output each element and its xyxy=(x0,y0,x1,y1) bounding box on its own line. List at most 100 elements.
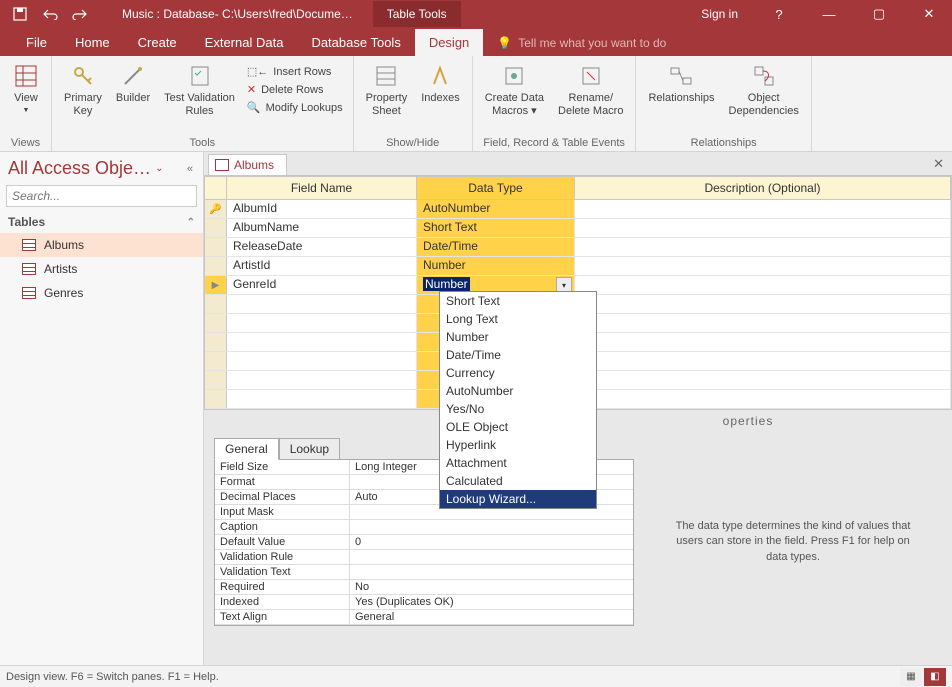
tab-external-data[interactable]: External Data xyxy=(191,29,298,56)
table-row[interactable]: AlbumNameShort Text xyxy=(205,219,951,238)
help-icon[interactable]: ? xyxy=(756,0,802,28)
property-row[interactable]: Default Value0 xyxy=(215,535,633,550)
description-cell[interactable] xyxy=(575,238,951,256)
relationships-button[interactable]: Relationships xyxy=(644,60,718,107)
property-row[interactable]: IndexedYes (Duplicates OK) xyxy=(215,595,633,610)
table-row[interactable]: 🔑AlbumIdAutoNumber xyxy=(205,200,951,219)
property-value[interactable]: Yes (Duplicates OK) xyxy=(350,595,633,609)
nav-header[interactable]: All Access Obje… xyxy=(8,158,151,179)
data-type-dropdown[interactable]: Short TextLong TextNumberDate/TimeCurren… xyxy=(439,291,597,509)
tab-file[interactable]: File xyxy=(12,29,61,56)
field-name-cell[interactable]: AlbumId xyxy=(227,200,417,218)
undo-icon[interactable] xyxy=(38,2,62,26)
delete-rows-button[interactable]: ✕Delete Rows xyxy=(245,82,345,97)
field-name-cell[interactable]: AlbumName xyxy=(227,219,417,237)
field-name-cell[interactable] xyxy=(227,333,417,351)
property-row[interactable]: Caption xyxy=(215,520,633,535)
tab-home[interactable]: Home xyxy=(61,29,124,56)
dropdown-option[interactable]: Attachment xyxy=(440,454,596,472)
create-data-macros-button[interactable]: Create Data Macros ▾ xyxy=(481,60,548,120)
property-value[interactable] xyxy=(350,565,633,579)
field-name-cell[interactable] xyxy=(227,295,417,313)
view-button[interactable]: View▼ xyxy=(8,60,44,118)
dropdown-option[interactable]: Long Text xyxy=(440,310,596,328)
dropdown-option[interactable]: Hyperlink xyxy=(440,436,596,454)
redo-icon[interactable] xyxy=(68,2,92,26)
property-row[interactable]: Text AlignGeneral xyxy=(215,610,633,625)
close-button[interactable]: ✕ xyxy=(906,0,952,28)
tell-me-search[interactable]: 💡 Tell me what you want to do xyxy=(483,30,680,56)
save-icon[interactable] xyxy=(8,2,32,26)
dropdown-option[interactable]: Yes/No xyxy=(440,400,596,418)
document-tab-albums[interactable]: Albums xyxy=(208,154,287,175)
rename-delete-macro-button[interactable]: Rename/ Delete Macro xyxy=(554,60,627,120)
dropdown-option[interactable]: Lookup Wizard... xyxy=(440,490,596,508)
field-name-cell[interactable] xyxy=(227,390,417,408)
description-cell[interactable] xyxy=(575,276,951,294)
nav-table-albums[interactable]: Albums xyxy=(0,233,203,257)
property-value[interactable]: General xyxy=(350,610,633,624)
property-row[interactable]: Validation Rule xyxy=(215,550,633,565)
table-row[interactable]: ArtistIdNumber xyxy=(205,257,951,276)
description-cell[interactable] xyxy=(575,352,951,370)
field-name-cell[interactable]: ReleaseDate xyxy=(227,238,417,256)
dropdown-option[interactable]: Calculated xyxy=(440,472,596,490)
description-cell[interactable] xyxy=(575,314,951,332)
col-field-name[interactable]: Field Name xyxy=(227,177,417,199)
dropdown-option[interactable]: Short Text xyxy=(440,292,596,310)
property-value[interactable]: No xyxy=(350,580,633,594)
prop-tab-general[interactable]: General xyxy=(214,438,279,460)
property-row[interactable]: RequiredNo xyxy=(215,580,633,595)
field-name-cell[interactable] xyxy=(227,352,417,370)
data-type-cell[interactable]: Short Text xyxy=(417,219,575,237)
property-value[interactable] xyxy=(350,520,633,534)
field-name-cell[interactable]: ArtistId xyxy=(227,257,417,275)
nav-collapse-icon[interactable]: « xyxy=(185,161,195,177)
description-cell[interactable] xyxy=(575,295,951,313)
table-row[interactable]: ReleaseDateDate/Time xyxy=(205,238,951,257)
document-close-button[interactable]: ✕ xyxy=(925,153,952,175)
sign-in-link[interactable]: Sign in xyxy=(687,7,752,21)
prop-tab-lookup[interactable]: Lookup xyxy=(279,438,340,460)
property-row[interactable]: Validation Text xyxy=(215,565,633,580)
indexes-button[interactable]: Indexes xyxy=(417,60,464,107)
nav-search-input[interactable] xyxy=(6,185,197,207)
test-validation-button[interactable]: Test Validation Rules xyxy=(160,60,239,120)
field-name-cell[interactable] xyxy=(227,371,417,389)
description-cell[interactable] xyxy=(575,390,951,408)
restore-button[interactable]: ▢ xyxy=(856,0,902,28)
field-name-cell[interactable] xyxy=(227,314,417,332)
primary-key-button[interactable]: Primary Key xyxy=(60,60,106,120)
data-type-cell[interactable]: Date/Time xyxy=(417,238,575,256)
col-description[interactable]: Description (Optional) xyxy=(575,177,951,199)
dropdown-option[interactable]: OLE Object xyxy=(440,418,596,436)
nav-table-genres[interactable]: Genres xyxy=(0,281,203,305)
nav-dropdown-icon[interactable]: ⌄ xyxy=(155,163,163,174)
modify-lookups-button[interactable]: 🔍Modify Lookups xyxy=(245,100,345,115)
dropdown-option[interactable]: Number xyxy=(440,328,596,346)
property-value[interactable] xyxy=(350,550,633,564)
tab-create[interactable]: Create xyxy=(124,29,191,56)
description-cell[interactable] xyxy=(575,200,951,218)
col-data-type[interactable]: Data Type xyxy=(417,177,575,199)
description-cell[interactable] xyxy=(575,257,951,275)
property-sheet-button[interactable]: Property Sheet xyxy=(362,60,412,120)
insert-rows-button[interactable]: ⬚←Insert Rows xyxy=(245,64,345,79)
dropdown-option[interactable]: Currency xyxy=(440,364,596,382)
dropdown-option[interactable]: Date/Time xyxy=(440,346,596,364)
builder-button[interactable]: Builder xyxy=(112,60,154,107)
tab-database-tools[interactable]: Database Tools xyxy=(297,29,414,56)
view-design-button[interactable]: ◧ xyxy=(924,668,946,686)
description-cell[interactable] xyxy=(575,371,951,389)
data-type-cell[interactable]: Number xyxy=(417,257,575,275)
description-cell[interactable] xyxy=(575,219,951,237)
dropdown-option[interactable]: AutoNumber xyxy=(440,382,596,400)
tab-design[interactable]: Design xyxy=(415,29,483,56)
object-dependencies-button[interactable]: Object Dependencies xyxy=(725,60,803,120)
nav-group-tables[interactable]: Tables⌃ xyxy=(0,211,203,233)
data-type-cell[interactable]: AutoNumber xyxy=(417,200,575,218)
view-datasheet-button[interactable]: ▦ xyxy=(900,668,922,686)
minimize-button[interactable]: — xyxy=(806,0,852,28)
field-name-cell[interactable]: GenreId xyxy=(227,276,417,294)
nav-table-artists[interactable]: Artists xyxy=(0,257,203,281)
